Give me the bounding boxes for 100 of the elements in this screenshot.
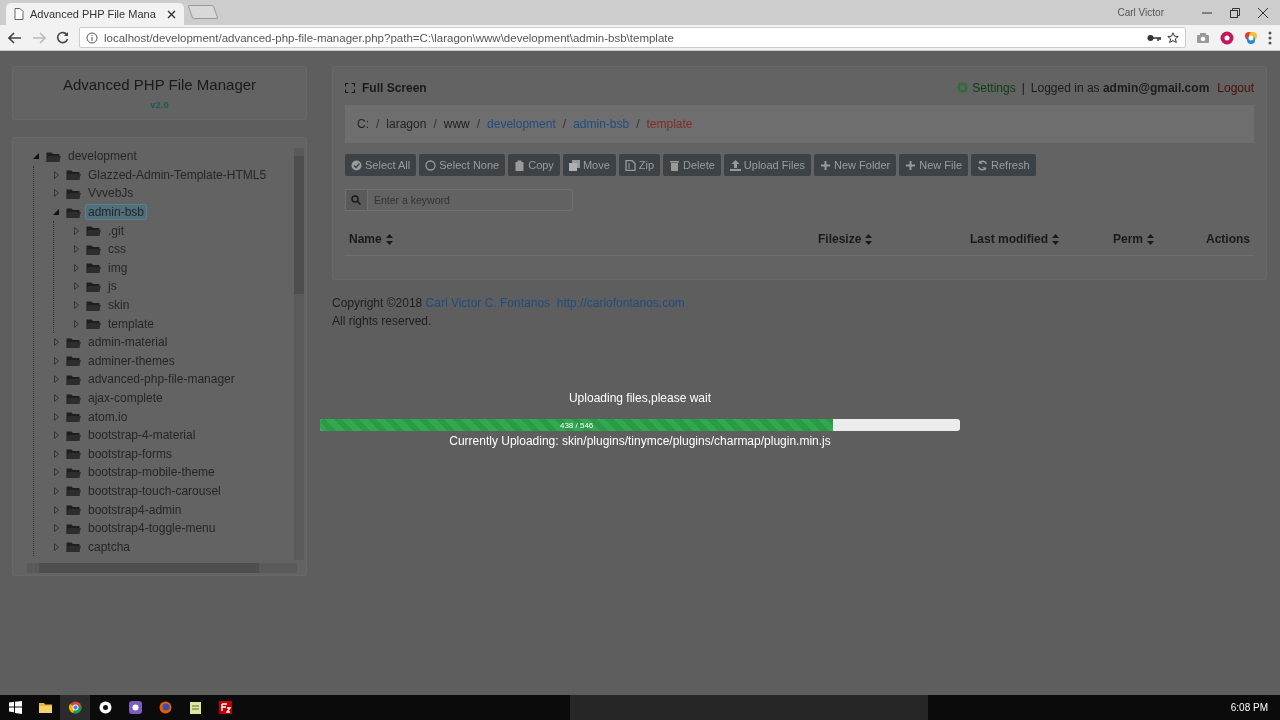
breadcrumb-separator: /: [476, 117, 481, 131]
tree-item[interactable]: bootstrap-forms: [85, 445, 176, 462]
breadcrumb-link[interactable]: development: [487, 117, 556, 131]
collapsed-arrow-icon[interactable]: [54, 487, 59, 495]
collapsed-arrow-icon[interactable]: [54, 375, 59, 384]
toolbar-button[interactable]: Delete: [663, 154, 721, 176]
expanded-arrow-icon[interactable]: [33, 152, 40, 160]
column-header[interactable]: Name: [349, 232, 818, 246]
settings-icon: [957, 82, 969, 93]
tree-item[interactable]: bootstrap-4-material: [85, 427, 199, 444]
tree-item[interactable]: skin: [105, 297, 133, 314]
tree-item[interactable]: bootstrap4-toggle-menu: [85, 520, 219, 537]
column-header[interactable]: Last modified: [970, 232, 1113, 246]
restore-icon[interactable]: [1230, 7, 1240, 18]
tree-item[interactable]: js: [105, 278, 120, 295]
filezilla-icon[interactable]: [218, 701, 232, 714]
collapsed-arrow-icon[interactable]: [54, 468, 59, 477]
address-bar[interactable]: localhost/development/advanced-php-file-manager.php?path=C:\laragon\www\development\admin-bsb\template: [79, 27, 1186, 48]
tree-item[interactable]: bootstrap-touch-carousel: [85, 483, 224, 499]
back-icon[interactable]: [8, 31, 22, 44]
collapsed-arrow-icon[interactable]: [54, 338, 59, 347]
camera-icon[interactable]: [1196, 31, 1210, 44]
toolbar-button[interactable]: New File: [899, 154, 969, 176]
collapsed-arrow-icon[interactable]: [74, 263, 79, 272]
fullscreen-button[interactable]: Full Screen: [345, 80, 427, 95]
tree-item[interactable]: development: [65, 148, 140, 165]
folder-icon: [66, 168, 81, 182]
tree-item[interactable]: .git: [105, 222, 127, 239]
breadcrumb-link[interactable]: admin-bsb: [573, 117, 630, 131]
upload-icon: [729, 159, 741, 171]
tree-item[interactable]: atom.io: [85, 408, 131, 425]
tree-item[interactable]: admin-bsb: [85, 204, 148, 221]
tree-item[interactable]: admin-material: [85, 334, 171, 351]
logout-link[interactable]: Logout: [1217, 80, 1254, 95]
progress-count: 438 / 546: [559, 420, 594, 430]
tree-item[interactable]: ajax-complete: [85, 390, 166, 406]
forward-icon[interactable]: [32, 31, 46, 44]
collapsed-arrow-icon[interactable]: [54, 394, 59, 402]
profile-name[interactable]: Carl Victor: [1117, 7, 1164, 18]
column-header[interactable]: Actions: [1206, 232, 1250, 246]
collapsed-arrow-icon[interactable]: [54, 524, 59, 533]
collapsed-arrow-icon[interactable]: [74, 301, 79, 310]
toolbar-button[interactable]: Move: [562, 154, 616, 176]
toolbar-button[interactable]: New Folder: [814, 154, 897, 176]
tree-item[interactable]: img: [105, 259, 131, 276]
reload-icon[interactable]: [56, 31, 69, 44]
toolbar-button[interactable]: Copy: [508, 154, 560, 176]
folder-icon: [66, 447, 81, 461]
column-header[interactable]: Filesize: [818, 232, 970, 246]
collapsed-arrow-icon[interactable]: [74, 319, 79, 328]
author-link[interactable]: Carl Victor C. Fontanos: [425, 296, 551, 310]
check-circle-icon: [351, 159, 362, 171]
tree-item[interactable]: css: [105, 241, 129, 258]
collapsed-arrow-icon[interactable]: [54, 505, 59, 514]
tree-item[interactable]: captcha: [85, 538, 134, 555]
collapsed-arrow-icon[interactable]: [54, 356, 59, 365]
browser-icon[interactable]: [68, 701, 82, 714]
tree-item[interactable]: advanced-php-file-manager: [85, 371, 238, 388]
tree-item[interactable]: Glazzed-Admin-Template-HTML5: [85, 166, 270, 183]
toolbar-button[interactable]: Zip: [618, 154, 661, 176]
tree-item[interactable]: bootstrap-mobile-theme: [85, 464, 218, 481]
collapsed-arrow-icon[interactable]: [54, 449, 59, 458]
new-tab-button[interactable]: [187, 5, 219, 19]
collapsed-arrow-icon[interactable]: [54, 170, 59, 179]
collapsed-arrow-icon[interactable]: [74, 282, 79, 291]
rights-text: All rights reserved.: [332, 314, 432, 328]
separator: |: [1021, 80, 1025, 95]
close-icon[interactable]: [167, 9, 176, 19]
collapsed-arrow-icon[interactable]: [54, 412, 59, 421]
tree-item[interactable]: VvvebJs: [85, 185, 137, 202]
windows-icon[interactable]: [8, 701, 22, 714]
collapsed-arrow-icon[interactable]: [54, 542, 59, 551]
notepad-icon[interactable]: [188, 701, 202, 714]
menu-icon[interactable]: [1268, 30, 1272, 45]
extension-icon[interactable]: [1220, 30, 1234, 45]
column-header[interactable]: Perm: [1113, 232, 1206, 246]
website-link[interactable]: http://carlofontanos.com: [556, 296, 685, 310]
star-icon[interactable]: [1167, 31, 1179, 44]
expanded-arrow-icon[interactable]: [53, 208, 60, 216]
firefox-icon[interactable]: [158, 701, 172, 714]
collapsed-arrow-icon[interactable]: [54, 431, 59, 440]
toolbar-button[interactable]: Select All: [345, 154, 417, 176]
collapsed-arrow-icon[interactable]: [74, 245, 79, 254]
tree-item[interactable]: bootstrap4-admin: [85, 501, 185, 518]
browser-tab[interactable]: Advanced PHP File Mana: [6, 3, 184, 25]
toolbar-button[interactable]: Upload Files: [723, 154, 811, 176]
tree-item[interactable]: template: [105, 315, 158, 332]
app-icon[interactable]: [128, 701, 142, 714]
toolbar-button[interactable]: Select None: [419, 154, 506, 176]
extension-icon[interactable]: [1244, 30, 1258, 45]
current-file-text: Currently Uploading: skin/plugins/tinymce/plugins/charmap/plugin.min.js: [449, 434, 831, 448]
key-icon[interactable]: [1147, 33, 1161, 42]
settings-link[interactable]: Settings: [957, 80, 1016, 95]
close-icon[interactable]: [1258, 7, 1268, 18]
collapsed-arrow-icon[interactable]: [54, 189, 59, 198]
toolbar-button[interactable]: Refresh: [971, 154, 1036, 176]
tree-item[interactable]: adminer-themes: [85, 352, 178, 369]
folder-icon[interactable]: [38, 701, 52, 714]
clock-time[interactable]: 6:08 PM: [1230, 702, 1268, 713]
collapsed-arrow-icon[interactable]: [74, 226, 79, 235]
